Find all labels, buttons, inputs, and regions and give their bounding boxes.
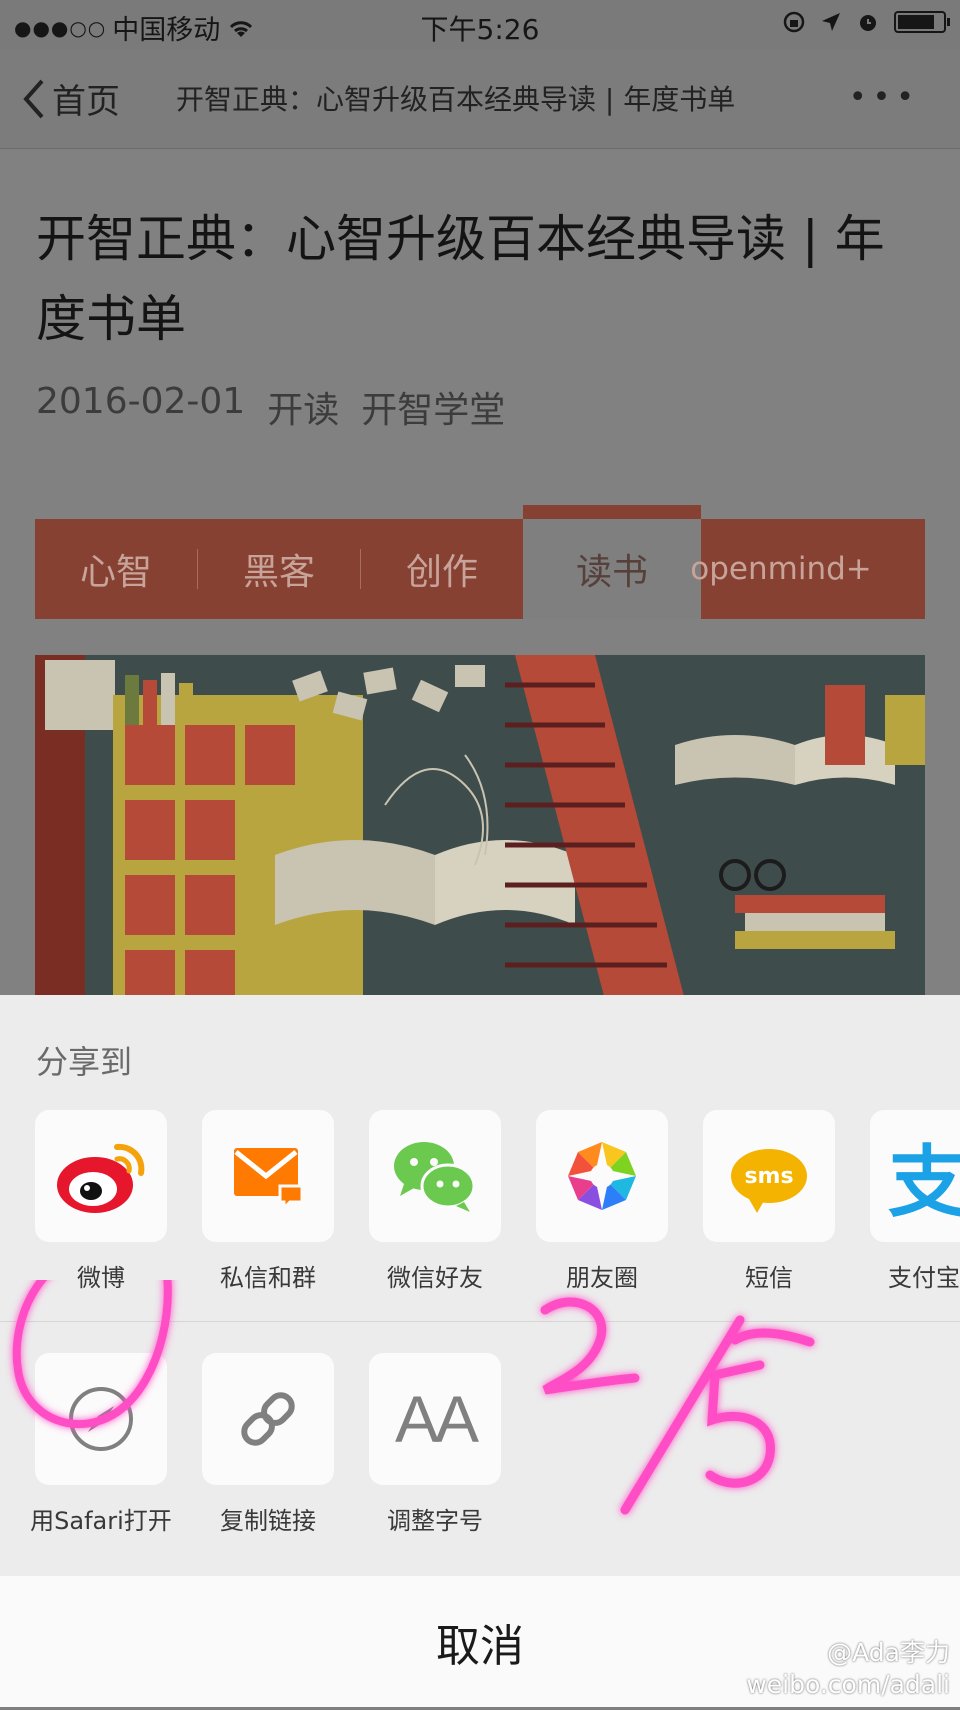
alipay-icon: 支 (888, 1138, 960, 1228)
link-icon (241, 1392, 295, 1446)
action-label: 用Safari打开 (30, 1507, 172, 1535)
article-illustration (35, 655, 925, 1000)
status-bar: ●●●○○ 中国移动 下午5:26 (0, 0, 960, 50)
actions-row: 用Safari打开 复制链接 AA 调整字号 (0, 1353, 960, 1560)
article-content: 开智正典：心智升级百本经典导读 | 年度书单 2016-02-01 开读 开智学… (0, 149, 960, 1000)
font-size-icon: AA (394, 1382, 479, 1456)
location-arrow-icon (822, 13, 840, 31)
article-date: 2016-02-01 (36, 381, 246, 422)
article-author[interactable]: 开智学堂 (361, 381, 505, 433)
more-options-button[interactable]: ••• (849, 80, 920, 115)
tab-openmind[interactable]: openmind+ (690, 519, 871, 619)
share-sheet-header: 分享到 (36, 1043, 133, 1081)
adjust-font-size-button[interactable]: AA 调整字号 (369, 1353, 501, 1535)
article-meta: 2016-02-01 开读 开智学堂 (36, 381, 505, 433)
share-target-label: 支付宝好 (888, 1264, 960, 1292)
chevron-left-icon (23, 79, 44, 118)
sheet-divider (0, 1321, 960, 1322)
sms-badge-text: sms (744, 1163, 794, 1189)
navigation-bar: 首页 开智正典：心智升级百本经典导读 | 年度书单 ••• (0, 50, 960, 149)
back-label: 首页 (52, 82, 120, 122)
share-sms-button[interactable]: sms 短信 (703, 1110, 835, 1292)
tab-dushu[interactable]: 读书 (523, 505, 701, 619)
action-label: 调整字号 (387, 1507, 483, 1535)
tab-xinzhi[interactable]: 心智 (35, 519, 197, 619)
rotation-lock-icon (783, 11, 805, 33)
watermark-url: weibo.com/adali (746, 1670, 950, 1699)
bookshelf-illustration (35, 655, 925, 1000)
battery-icon (894, 11, 950, 33)
share-alipay-button[interactable]: 支 支付宝好 (870, 1110, 960, 1292)
share-wechat-friend-button[interactable]: 微信好友 (369, 1110, 501, 1292)
weibo-icon (57, 1143, 145, 1213)
share-target-label: 短信 (745, 1264, 793, 1292)
alarm-icon (860, 15, 876, 31)
share-weibo-button[interactable]: 微博 (35, 1110, 167, 1292)
share-private-message-button[interactable]: 私信和群 (202, 1110, 334, 1292)
tab-chuangzuo[interactable]: 创作 (361, 519, 523, 619)
open-in-safari-button[interactable]: 用Safari打开 (30, 1353, 172, 1535)
article-tag: 开读 (267, 390, 340, 431)
tab-heike[interactable]: 黑客 (198, 519, 360, 619)
moments-aperture-icon (568, 1142, 636, 1210)
category-tabs: 心智 黑客 创作 读书 openmind+ (35, 505, 925, 619)
compass-icon (69, 1387, 133, 1451)
wechat-icon (394, 1142, 476, 1212)
share-targets-row: 微博 私信和群 微信好友 朋友圈 sms 短信 支 支付宝 (0, 1110, 960, 1310)
envelope-icon (234, 1148, 304, 1212)
share-sheet: 分享到 微博 私信和群 微信好友 朋友圈 sms 短信 支 支付宝 用Safar… (0, 995, 960, 1707)
share-target-label: 朋友圈 (566, 1264, 638, 1292)
watermark-handle: @Ada李力 (827, 1638, 950, 1667)
article-title: 开智正典：心智升级百本经典导读 | 年度书单 (36, 210, 885, 348)
nav-title: 开智正典：心智升级百本经典导读 | 年度书单 (176, 83, 736, 116)
share-moments-button[interactable]: 朋友圈 (536, 1110, 668, 1292)
back-button[interactable]: 首页 (22, 74, 120, 123)
action-label: 复制链接 (220, 1507, 316, 1535)
share-target-label: 微信好友 (387, 1264, 483, 1292)
share-target-label: 微博 (77, 1264, 125, 1292)
sms-bubble-icon: sms (731, 1149, 807, 1213)
weibo-watermark: @Ada李力 weibo.com/adali (746, 1637, 950, 1701)
share-target-label: 私信和群 (220, 1264, 316, 1292)
copy-link-button[interactable]: 复制链接 (202, 1353, 334, 1535)
